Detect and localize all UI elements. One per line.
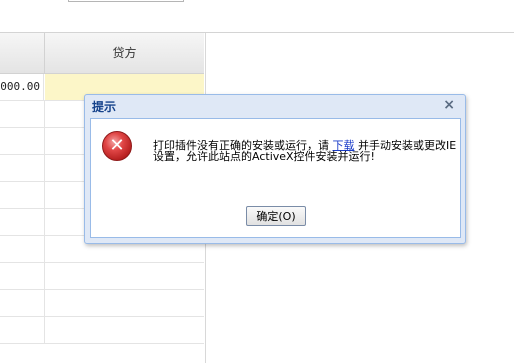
grid-cell[interactable] — [0, 263, 45, 289]
ok-button[interactable]: 确定(O) — [246, 206, 306, 226]
amount-cell[interactable]: 000.00 — [0, 74, 44, 100]
grid-header-col1 — [0, 33, 45, 73]
grid-cell[interactable] — [0, 101, 45, 127]
top-input-field[interactable] — [68, 0, 184, 2]
grid-cell[interactable] — [0, 155, 45, 181]
error-icon: ✕ — [102, 131, 132, 161]
grid-cell[interactable] — [0, 236, 45, 262]
dialog-body: ✕ 打印插件没有正确的安装或运行，请 下载 并手动安装或更改IE设置，允许此站点… — [90, 118, 461, 238]
grid-cell[interactable] — [45, 317, 204, 343]
grid-header: 贷方 — [0, 33, 204, 74]
table-row[interactable] — [0, 317, 204, 344]
dialog-title: 提示 — [92, 100, 117, 114]
grid-cell[interactable] — [45, 290, 204, 316]
alert-dialog: 提示 × ✕ 打印插件没有正确的安装或运行，请 下载 并手动安装或更改IE设置，… — [84, 94, 466, 244]
top-toolbar-strip — [0, 0, 514, 33]
close-icon[interactable]: × — [443, 97, 455, 113]
grid-cell[interactable] — [0, 182, 45, 208]
grid-cell[interactable] — [0, 290, 45, 316]
grid-cell[interactable] — [0, 317, 45, 343]
grid-cell[interactable] — [45, 263, 204, 289]
dialog-message: 打印插件没有正确的安装或运行，请 下载 并手动安装或更改IE设置，允许此站点的A… — [153, 140, 458, 162]
table-row[interactable] — [0, 263, 204, 290]
grid-cell[interactable] — [0, 209, 45, 235]
dialog-header[interactable]: 提示 × — [85, 95, 465, 117]
grid-header-credit: 贷方 — [112, 46, 137, 60]
table-row[interactable] — [0, 290, 204, 317]
grid-cell[interactable] — [0, 128, 45, 154]
